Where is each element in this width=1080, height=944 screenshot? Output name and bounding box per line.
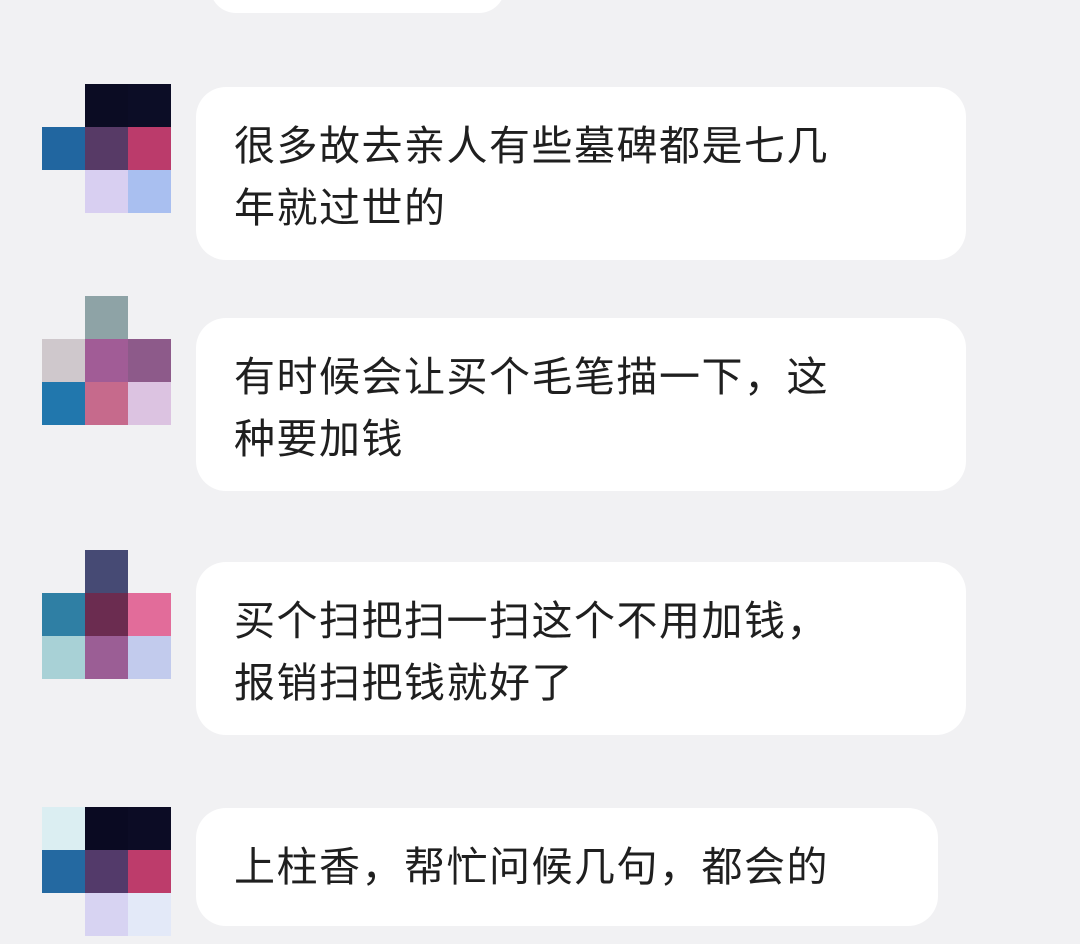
avatar-tile (128, 807, 171, 850)
avatar-tile (42, 84, 85, 127)
message-bubble[interactable]: 上柱香，帮忙问候几句，都会的 (196, 808, 938, 926)
avatar-tile (42, 893, 85, 936)
avatar-tile (128, 127, 171, 170)
avatar-tile (42, 850, 85, 893)
avatar-tile (128, 893, 171, 936)
message-text: 上柱香，帮忙问候几句，都会的 (234, 843, 829, 891)
avatar-tile (85, 170, 128, 213)
avatar-tile (42, 593, 85, 636)
message-text: 买个扫把扫一扫这个不用加钱， 报销扫把钱就好了 (234, 597, 829, 707)
chat-list: 很多故去亲人有些墓碑都是七几 年就过世的 有时候会让买个毛笔描一下，这 种要加钱 (0, 0, 1080, 944)
message-bubble[interactable]: 有时候会让买个毛笔描一下，这 种要加钱 (196, 318, 966, 491)
avatar-tile (85, 84, 128, 127)
avatar[interactable] (42, 296, 171, 425)
avatar-tile (128, 296, 171, 339)
avatar-tile (128, 593, 171, 636)
message-text: 很多故去亲人有些墓碑都是七几 年就过世的 (234, 122, 829, 232)
avatar-tile (128, 850, 171, 893)
avatar-tile (85, 550, 128, 593)
avatar-tile (128, 550, 171, 593)
avatar-tile (42, 127, 85, 170)
avatar-tile (85, 807, 128, 850)
avatar-tile (85, 850, 128, 893)
message-text: 有时候会让买个毛笔描一下，这 种要加钱 (234, 353, 829, 463)
avatar-tile (85, 636, 128, 679)
avatar-tile (85, 893, 128, 936)
avatar-tile (85, 127, 128, 170)
avatar[interactable] (42, 807, 171, 936)
avatar-tile (85, 593, 128, 636)
avatar-tile (128, 170, 171, 213)
avatar[interactable] (42, 84, 171, 213)
avatar-tile (42, 339, 85, 382)
avatar-tile (42, 170, 85, 213)
message-bubble[interactable]: 很多故去亲人有些墓碑都是七几 年就过世的 (196, 87, 966, 260)
avatar-tile (128, 636, 171, 679)
avatar-tile (85, 382, 128, 425)
previous-message-bubble[interactable] (210, 0, 505, 13)
avatar-tile (42, 636, 85, 679)
message-bubble[interactable]: 买个扫把扫一扫这个不用加钱， 报销扫把钱就好了 (196, 562, 966, 735)
avatar-tile (42, 807, 85, 850)
avatar[interactable] (42, 550, 171, 679)
avatar-tile (128, 339, 171, 382)
avatar-tile (85, 296, 128, 339)
avatar-tile (42, 296, 85, 339)
avatar-tile (128, 84, 171, 127)
avatar-tile (128, 382, 171, 425)
avatar-tile (42, 382, 85, 425)
avatar-tile (42, 550, 85, 593)
avatar-tile (85, 339, 128, 382)
